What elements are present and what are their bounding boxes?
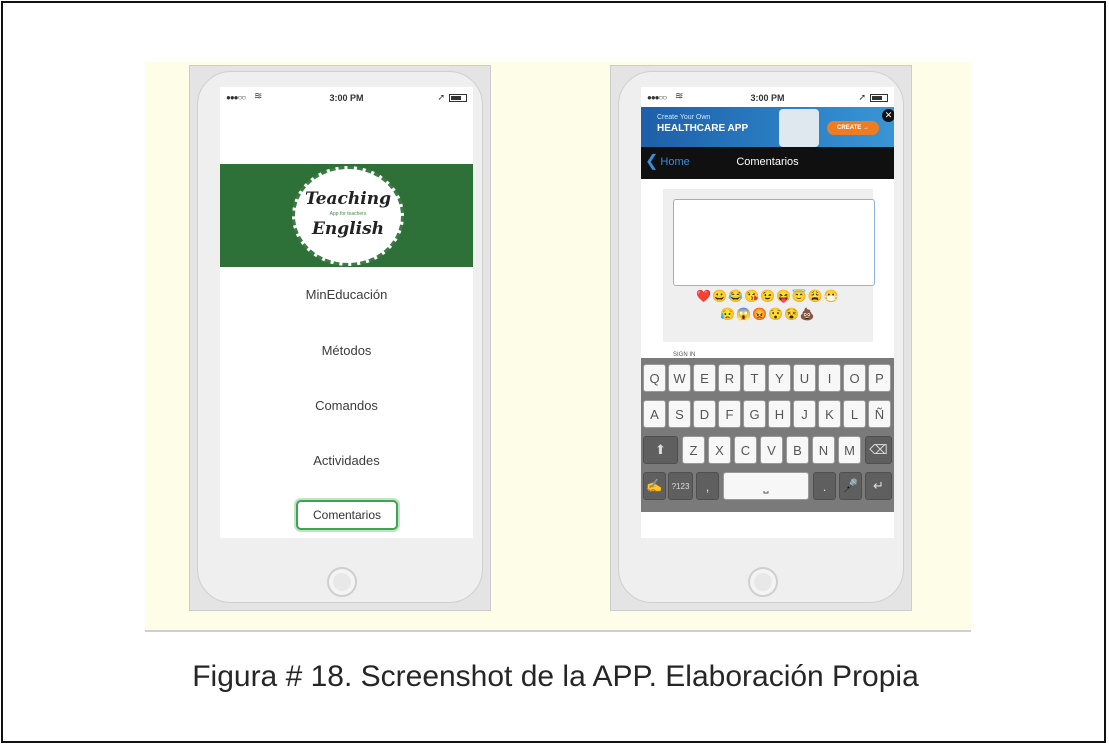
ad-create-button[interactable]: CREATE → <box>827 121 879 135</box>
phone-screen-right: ●●●○○ ≋ 3:00 PM ➚ Create Your Own HEALTH… <box>641 87 894 538</box>
location-arrow-icon: ➚ <box>437 92 445 102</box>
battery-icon <box>449 93 467 102</box>
handwriting-icon: ✍ <box>646 478 663 493</box>
key-x[interactable]: X <box>708 436 731 464</box>
figure-frame: ●●●○○ ≋ 3:00 PM ➚ Teaching App for teach… <box>1 1 1106 743</box>
emoji-picker-row-1[interactable]: ❤️😀😂😘😉😝😇😩😷 <box>663 289 873 303</box>
key-m[interactable]: M <box>838 436 861 464</box>
backspace-key[interactable]: ⌫ <box>865 436 892 464</box>
key-t[interactable]: T <box>743 364 766 392</box>
key-u[interactable]: U <box>793 364 816 392</box>
phone-body: ●●●○○ ≋ 3:00 PM ➚ Create Your Own HEALTH… <box>618 71 904 603</box>
key-p[interactable]: P <box>868 364 891 392</box>
key-c[interactable]: C <box>734 436 757 464</box>
symbols-key[interactable]: ?123 <box>668 472 693 500</box>
key-q[interactable]: Q <box>643 364 666 392</box>
ad-person-image <box>779 109 819 147</box>
app-banner: Teaching App for teachers English <box>220 164 473 267</box>
status-time: 3:00 PM <box>329 93 364 103</box>
key-s[interactable]: S <box>668 400 691 428</box>
key-i[interactable]: I <box>818 364 841 392</box>
status-bar: ●●●○○ ≋ 3:00 PM ➚ <box>220 87 473 107</box>
enter-key[interactable]: ↵ <box>865 472 892 500</box>
phone-body: ●●●○○ ≋ 3:00 PM ➚ Teaching App for teach… <box>197 71 483 603</box>
microphone-icon: 🎤 <box>842 478 859 493</box>
phone-left: ●●●○○ ≋ 3:00 PM ➚ Teaching App for teach… <box>189 65 491 611</box>
battery-icon <box>870 93 888 102</box>
status-right: ➚ <box>858 92 888 103</box>
status-time: 3:00 PM <box>750 93 785 103</box>
key-l[interactable]: L <box>843 400 866 428</box>
menu-item-comentarios[interactable]: Comentarios <box>296 500 398 530</box>
symbols-key-label: ?123 <box>671 481 690 491</box>
key-a[interactable]: A <box>643 400 666 428</box>
key-o[interactable]: O <box>843 364 866 392</box>
key-r[interactable]: R <box>718 364 741 392</box>
key-k[interactable]: K <box>818 400 841 428</box>
key-n[interactable]: N <box>812 436 835 464</box>
key-v[interactable]: V <box>760 436 783 464</box>
key-f[interactable]: F <box>718 400 741 428</box>
key-g[interactable]: G <box>743 400 766 428</box>
home-button[interactable] <box>748 567 778 597</box>
microphone-key[interactable]: 🎤 <box>839 472 862 500</box>
key-z[interactable]: Z <box>682 436 705 464</box>
comment-textarea[interactable] <box>673 199 875 286</box>
figure-divider <box>145 630 971 632</box>
status-right: ➚ <box>437 92 467 103</box>
menu-item-actividades[interactable]: Actividades <box>220 453 473 468</box>
key-enye[interactable]: Ñ <box>868 400 891 428</box>
key-y[interactable]: Y <box>768 364 791 392</box>
key-h[interactable]: H <box>768 400 791 428</box>
comma-key[interactable]: , <box>696 472 719 500</box>
phone-screen-left: ●●●○○ ≋ 3:00 PM ➚ Teaching App for teach… <box>220 87 473 538</box>
figure-caption: Figura # 18. Screenshot de la APP. Elabo… <box>192 660 919 693</box>
ad-close-icon[interactable]: ✕ <box>882 109 894 122</box>
ad-banner[interactable]: Create Your Own HEALTHCARE APP CREATE → … <box>641 107 894 147</box>
backspace-icon: ⌫ <box>869 442 888 457</box>
enter-icon: ↵ <box>873 478 884 493</box>
location-arrow-icon: ➚ <box>858 92 866 102</box>
key-d[interactable]: D <box>693 400 716 428</box>
emoji-picker-row-2[interactable]: 😥😱😡😯😵💩 <box>663 307 873 321</box>
on-screen-keyboard: Q W E R T Y U I O P A S D F G H J K L Ñ … <box>641 358 894 512</box>
status-bar: ●●●○○ ≋ 3:00 PM ➚ <box>641 87 894 107</box>
ad-line-1: Create Your Own <box>657 114 711 121</box>
logo-title-line-1: Teaching <box>305 189 391 209</box>
handwriting-key[interactable]: ✍ <box>643 472 666 500</box>
menu-item-metodos[interactable]: Métodos <box>220 343 473 358</box>
key-b[interactable]: B <box>786 436 809 464</box>
period-key[interactable]: . <box>813 472 836 500</box>
space-key[interactable]: ⎵ <box>723 472 809 500</box>
teaching-english-logo: Teaching App for teachers English <box>292 166 404 266</box>
shift-key[interactable]: ⬆ <box>643 436 678 464</box>
key-j[interactable]: J <box>793 400 816 428</box>
key-e[interactable]: E <box>693 364 716 392</box>
logo-subtitle: App for teachers <box>329 211 367 217</box>
ad-line-2: HEALTHCARE APP <box>657 123 749 134</box>
nav-bar: ❮ Home Comentarios <box>641 147 894 179</box>
home-button[interactable] <box>327 567 357 597</box>
key-w[interactable]: W <box>668 364 691 392</box>
page-title: Comentarios <box>736 156 799 168</box>
logo-title-line-2: English <box>311 219 385 239</box>
menu-item-mineducacion[interactable]: MinEducación <box>220 287 473 302</box>
phone-right: ●●●○○ ≋ 3:00 PM ➚ Create Your Own HEALTH… <box>610 65 912 611</box>
menu-item-comandos[interactable]: Comandos <box>220 398 473 413</box>
shift-arrow-icon: ⬆ <box>655 442 666 457</box>
